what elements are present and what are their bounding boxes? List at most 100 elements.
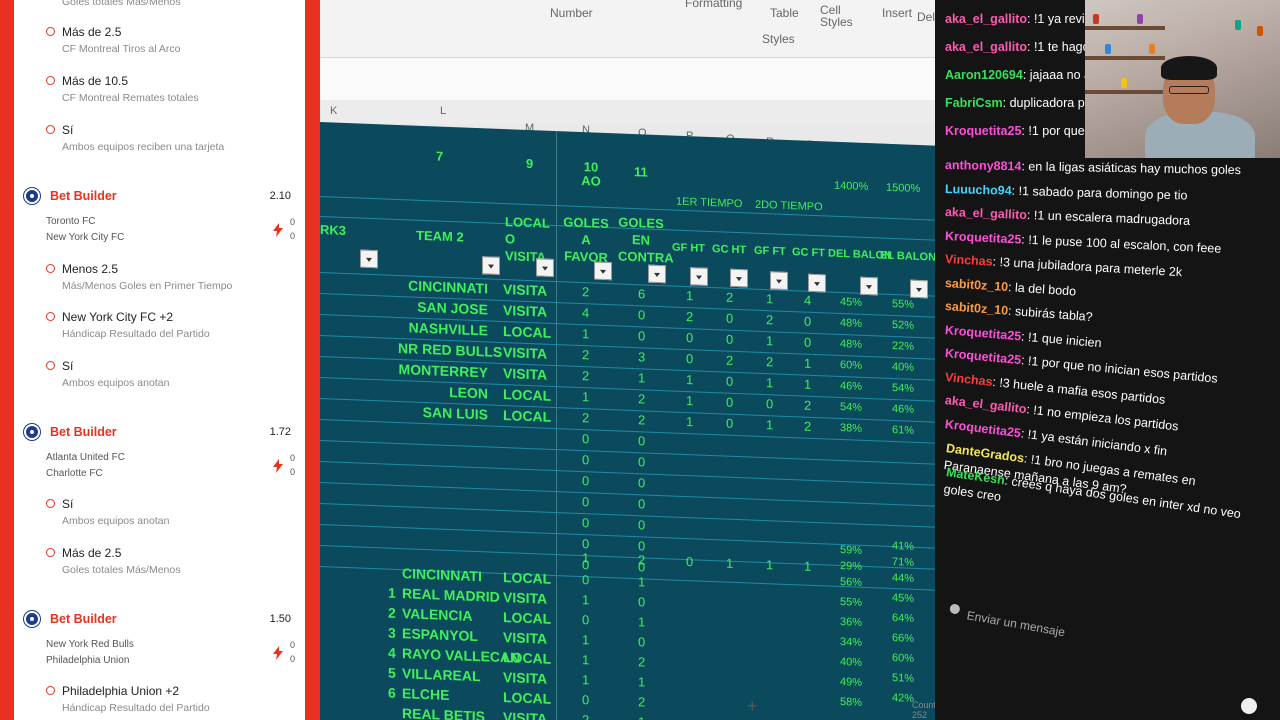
pct-cell: 29% <box>840 559 863 573</box>
selection-title[interactable]: New York City FC +2 <box>62 310 173 324</box>
add-sheet-button[interactable]: + <box>747 696 758 717</box>
gf-cell: 1 <box>582 592 590 608</box>
filter-dropdown-button[interactable] <box>482 256 500 275</box>
filter-dropdown-button[interactable] <box>690 267 708 286</box>
chat-username[interactable]: sabit0z_10 <box>945 276 1009 294</box>
insert-cells-button[interactable]: Insert <box>882 6 912 20</box>
live-bolt-icon <box>273 459 283 473</box>
column-l-header[interactable]: L <box>440 105 446 117</box>
column-k-header[interactable]: K <box>330 105 337 117</box>
emote-picker-icon[interactable] <box>1241 698 1257 714</box>
gcft-cell: 1 <box>804 355 812 371</box>
pct-cell: 48% <box>840 337 863 351</box>
bet-builder-title[interactable]: Bet Builder <box>50 425 117 439</box>
chat-username[interactable]: aka_el_gallito <box>945 40 1027 54</box>
away-team: New York City FC <box>46 232 125 243</box>
filter-dropdown-button[interactable] <box>594 261 612 281</box>
chat-username[interactable]: aka_el_gallito <box>944 393 1027 416</box>
team-name-cell: ESPANYOL <box>402 625 478 645</box>
format-as-table-button[interactable]: Table <box>770 6 799 20</box>
row-index-cell: 5 <box>388 664 396 681</box>
gc-cell: 1 <box>638 674 646 690</box>
figure <box>1105 44 1111 54</box>
bet-builder-title[interactable]: Bet Builder <box>50 612 117 626</box>
filter-dropdown-button[interactable] <box>360 249 378 269</box>
number-group-label: Number <box>550 6 593 20</box>
delete-cells-button[interactable]: Dele <box>917 10 935 24</box>
bet-builder-odds: 1.72 <box>269 426 291 438</box>
chat-username[interactable]: Kroquetita25 <box>945 124 1021 138</box>
chat-username[interactable]: Kroquetita25 <box>945 229 1022 247</box>
selection-title[interactable]: Menos 2.5 <box>62 262 118 276</box>
conditional-formatting-button[interactable]: Formatting <box>685 0 742 10</box>
chat-message: Aaron120694: jajaaa no alc <box>945 68 1100 82</box>
pct-cell: 59% <box>840 543 863 557</box>
chat-message: aka_el_gallito: !1 te hago la <box>945 40 1103 54</box>
selection-subtitle: CF Montreal Tiros al Arco <box>62 43 181 55</box>
gcft-cell: 2 <box>804 418 812 434</box>
gfft-cell: 2 <box>766 354 774 370</box>
selection-title[interactable]: Más de 10.5 <box>62 74 128 88</box>
chat-username[interactable]: Kroquetita25 <box>944 323 1021 343</box>
empty-gf-cell: 0 <box>582 452 590 468</box>
team-name-cell: REAL MADRID <box>402 585 500 605</box>
grid-line <box>320 482 935 507</box>
gc-cell: 2 <box>638 391 646 407</box>
pct-cell: 45% <box>892 591 915 605</box>
gc-cell: 1 <box>638 614 646 630</box>
home-team: Toronto FC <box>46 216 96 227</box>
chat-username[interactable]: aka_el_gallito <box>945 12 1027 26</box>
bet-builder-title[interactable]: Bet Builder <box>50 189 117 203</box>
filter-dropdown-button[interactable] <box>860 276 878 296</box>
gcht-cell: 0 <box>726 331 734 347</box>
filter-dropdown-button[interactable] <box>730 268 748 288</box>
figure <box>1257 26 1263 36</box>
col-title-gc-ht: GC HT <box>712 243 747 257</box>
pct-cell: 45% <box>840 295 863 309</box>
empty-gc-cell: 0 <box>638 517 646 533</box>
away-team: Philadelphia Union <box>46 655 130 666</box>
gfft-cell: 0 <box>766 396 774 412</box>
filter-dropdown-button[interactable] <box>808 273 826 293</box>
selection-title[interactable]: Sí <box>62 123 73 137</box>
filter-dropdown-button[interactable] <box>770 271 788 290</box>
filter-dropdown-button[interactable] <box>536 258 554 277</box>
empty-gc-cell: 0 <box>638 433 646 449</box>
selection-icon <box>46 76 55 85</box>
ribbon-toolbar: Number Formatting Table Cell Styles Styl… <box>320 0 935 58</box>
gfht-cell: 0 <box>686 351 694 367</box>
chat-settings-icon[interactable] <box>949 603 961 615</box>
selection-title[interactable]: Más de 2.5 <box>62 546 121 560</box>
header-number-l: 7 <box>436 148 444 164</box>
chat-username[interactable]: Luuucho94 <box>945 182 1012 198</box>
filter-dropdown-button[interactable] <box>648 264 666 284</box>
selection-title[interactable]: Philadelphia Union +2 <box>62 684 179 698</box>
lv-cell: LOCAL <box>503 386 552 404</box>
pct-cell: 54% <box>892 381 915 395</box>
gc-cell: 2 <box>638 552 646 568</box>
selection-title[interactable]: Sí <box>62 359 73 373</box>
selection-title[interactable]: Sí <box>62 497 73 511</box>
cut-subtitle: Goles totales Más/Menos <box>62 0 181 8</box>
pct-cell: 40% <box>892 360 915 374</box>
cell-styles-button[interactable]: Cell Styles <box>820 4 860 28</box>
col-title-gf-ft: GF FT <box>754 244 786 258</box>
selection-subtitle: CF Montreal Remates totales <box>62 92 199 104</box>
chat-username[interactable]: Kroquetita25 <box>944 417 1022 440</box>
selection-title[interactable]: Más de 2.5 <box>62 25 121 39</box>
gcft-cell: 1 <box>804 558 812 574</box>
chat-username[interactable]: Kroquetita25 <box>944 346 1021 367</box>
chat-username[interactable]: Vinchas <box>945 252 993 269</box>
chat-username[interactable]: FabriCsm <box>945 96 1003 110</box>
filter-dropdown-button[interactable] <box>910 279 928 299</box>
gcht-cell: 2 <box>726 289 734 305</box>
empty-gf-cell: 0 <box>582 494 590 510</box>
chat-username[interactable]: aka_el_gallito <box>945 205 1027 222</box>
chat-username[interactable]: Aaron120694 <box>945 68 1023 82</box>
chat-username[interactable]: sabit0z_10 <box>944 299 1008 318</box>
lv-cell: VISITA <box>503 589 548 607</box>
streamer-hair <box>1161 56 1217 80</box>
chat-username[interactable]: anthony8814 <box>945 158 1022 173</box>
chat-text: la del bodo <box>1014 280 1077 299</box>
chat-username[interactable]: Vinchas <box>944 370 993 389</box>
